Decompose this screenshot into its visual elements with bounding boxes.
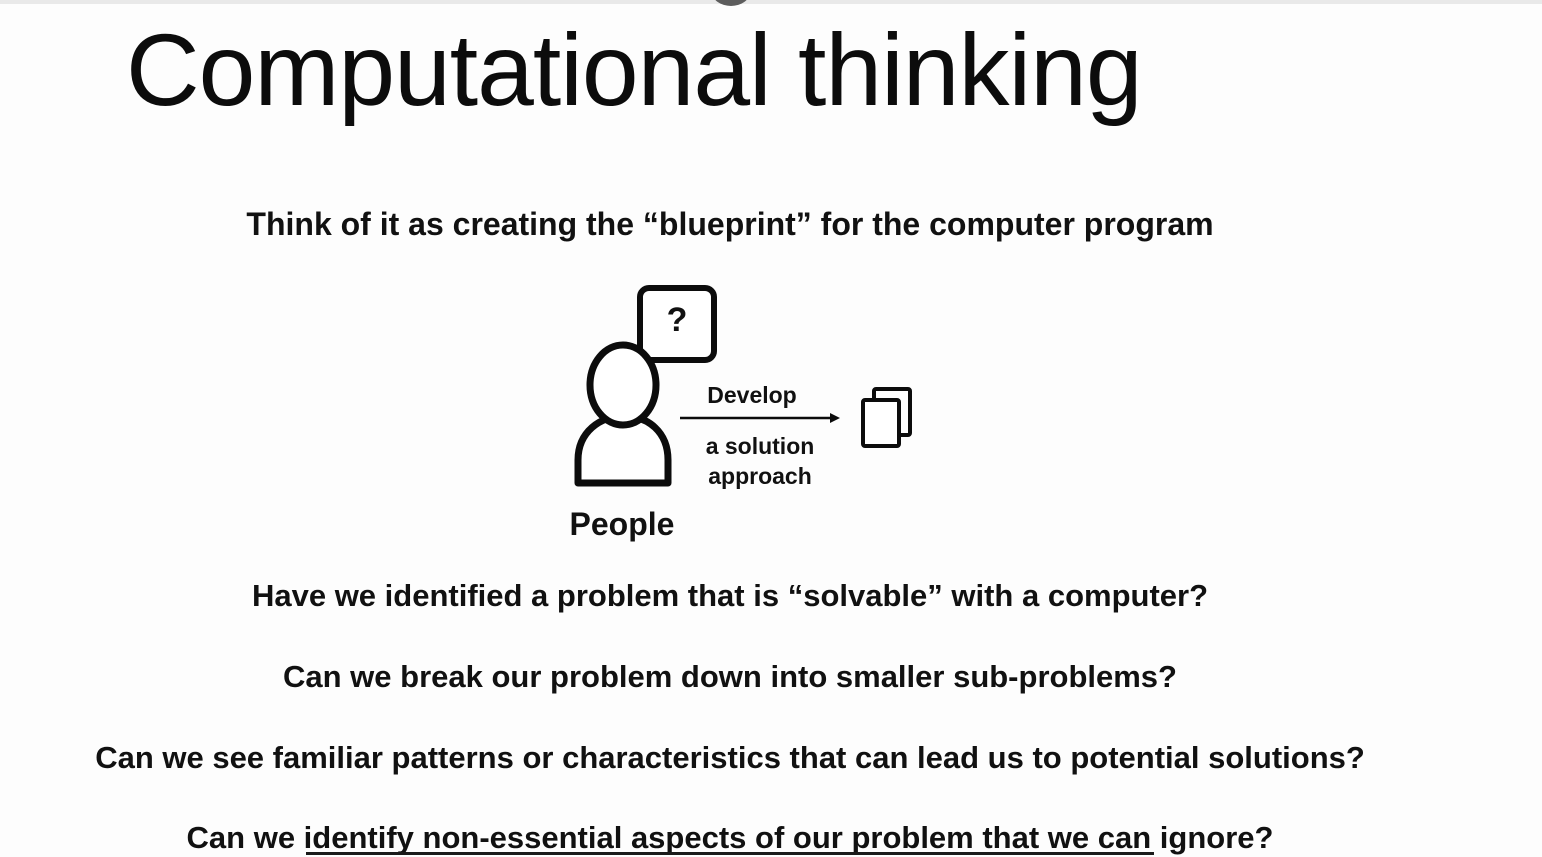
- arrow-bottom-label: a solution approach: [705, 433, 815, 489]
- slide: Computational thinking Think of it as cr…: [0, 0, 1542, 857]
- question-mark-label: ?: [666, 301, 688, 339]
- question-solvable: Have we identified a problem that is “so…: [251, 578, 1209, 613]
- person-label: People: [569, 506, 675, 542]
- arrow-right-icon: [680, 413, 840, 423]
- top-edge-strip: [0, 0, 1542, 4]
- slide-subtitle: Think of it as creating the “blueprint” …: [246, 206, 1214, 242]
- question-decomposition: Can we break our problem down into small…: [283, 659, 1177, 694]
- documents-icon: [861, 387, 912, 448]
- question-patterns: Can we see familiar patterns or characte…: [95, 740, 1365, 775]
- diagram: ? Develop a solution approach People: [560, 280, 940, 550]
- underline-decoration: [306, 852, 1154, 855]
- slide-title: Computational thinking: [126, 13, 1143, 127]
- person-icon: [574, 341, 672, 487]
- arrow-top-label: Develop: [707, 382, 797, 408]
